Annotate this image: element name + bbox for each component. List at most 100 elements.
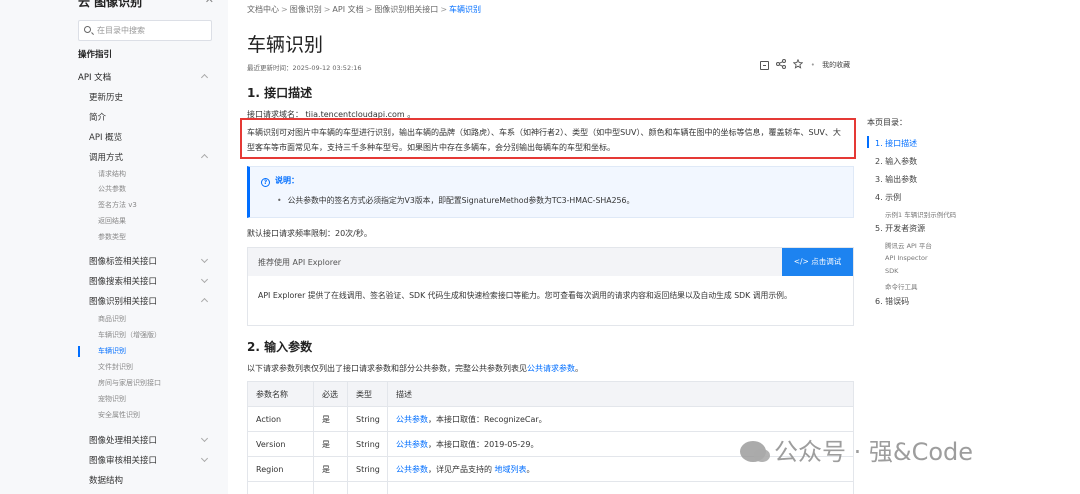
table-row xyxy=(247,481,854,494)
breadcrumb-item[interactable]: 图像识别相关接口 xyxy=(374,5,438,14)
toc-item-description[interactable]: 1. 接口描述 xyxy=(875,138,917,149)
sidebar-item-overview[interactable]: API 概览 xyxy=(89,131,122,143)
param-desc xyxy=(387,481,854,494)
sidebar-item-call-method[interactable]: 调用方式 xyxy=(89,151,123,163)
param-desc-text: ，本接口取值：RecognizeCar。 xyxy=(428,414,547,424)
param-name: Region xyxy=(247,456,314,482)
sidebar-item-intro[interactable]: 简介 xyxy=(89,111,106,123)
param-desc: 公共参数，本接口取值：RecognizeCar。 xyxy=(387,406,854,432)
toc-item-example1[interactable]: 示例1 车辆识别示例代码 xyxy=(885,209,956,219)
breadcrumb-item[interactable]: 文档中心 xyxy=(247,5,279,14)
breadcrumb: 文档中心 > 图像识别 > API 文档 > 图像识别相关接口 > 车辆识别 xyxy=(247,4,481,15)
param-desc-text: ，本接口取值：2019-05-29。 xyxy=(428,439,539,449)
sidebar-item-car[interactable]: 车辆识别 xyxy=(98,346,126,356)
param-name: Action xyxy=(247,406,314,432)
toc-item-output[interactable]: 3. 输出参数 xyxy=(875,174,917,185)
sidebar-item-param-types[interactable]: 参数类型 xyxy=(98,232,126,242)
page-toolbar: • 我的收藏 xyxy=(760,58,855,71)
search-icon xyxy=(84,26,91,33)
toc-item-api-inspector[interactable]: API Inspector xyxy=(885,254,928,262)
debug-button-label: 点击调试 xyxy=(811,257,842,266)
sidebar-item-api-docs[interactable]: API 文档 xyxy=(78,71,111,83)
sidebar-item-file[interactable]: 文件封识别 xyxy=(98,362,133,372)
sidebar-item-tag-apis[interactable]: 图像标签相关接口 xyxy=(89,255,157,267)
note-body: 公共参数中的签名方式必须指定为V3版本，即配置SignatureMethod参数… xyxy=(277,195,635,206)
sidebar-item-recognition-apis[interactable]: 图像识别相关接口 xyxy=(89,295,157,307)
sidebar-item-signature-v3[interactable]: 签名方法 v3 xyxy=(98,200,137,210)
column-header: 描述 xyxy=(387,381,854,407)
watermark-text: 公众号 · 强&Code xyxy=(774,438,974,466)
toc-title: 本页目录： xyxy=(867,118,907,127)
chevron-down-icon[interactable] xyxy=(200,275,209,284)
sidebar-item-search-apis[interactable]: 图像搜索相关接口 xyxy=(89,275,157,287)
sidebar-item-product[interactable]: 商品识别 xyxy=(98,314,126,324)
sidebar-item-car-pro[interactable]: 车辆识别（增强版） xyxy=(98,330,161,340)
api-explorer-body: API Explorer 提供了在线调用、签名验证、SDK 代码生成和快速检索接… xyxy=(258,291,792,300)
common-params-link[interactable]: 公共请求参数 xyxy=(527,364,575,373)
param-desc-text: ，详见产品支持的 xyxy=(428,464,495,474)
column-header: 类型 xyxy=(347,381,388,407)
close-icon[interactable]: ✕ xyxy=(205,0,214,6)
favorite-link[interactable]: 我的收藏 xyxy=(822,60,850,70)
column-header: 参数名称 xyxy=(247,381,314,407)
toc-item-sdk[interactable]: SDK xyxy=(885,267,898,275)
debug-button[interactable]: </> 点击调试 xyxy=(782,248,853,276)
param-type: String xyxy=(347,431,388,457)
sidebar-title: 云 图像识别 xyxy=(78,0,143,9)
table-row: Action 是 String 公共参数，本接口取值：RecognizeCar。 xyxy=(247,406,854,432)
sidebar-item-room[interactable]: 房间与家居识别接口 xyxy=(98,378,161,388)
share-icon[interactable] xyxy=(776,59,787,71)
sidebar-item-safety[interactable]: 安全属性识别 xyxy=(98,410,140,420)
param-link[interactable]: 公共参数 xyxy=(396,440,428,449)
toc-item-api-platform[interactable]: 腾讯云 API 平台 xyxy=(885,240,932,250)
page-title: 车辆识别 xyxy=(247,34,324,56)
note-title-text: 说明： xyxy=(275,176,299,185)
sidebar-item-history[interactable]: 更新历史 xyxy=(89,91,123,103)
param-name: Version xyxy=(247,431,314,457)
chevron-down-icon[interactable] xyxy=(200,255,209,264)
input-intro-text: 以下请求参数列表仅列出了接口请求参数和部分公共参数，完整公共参数列表见 xyxy=(247,364,527,373)
info-icon: ? xyxy=(261,178,270,187)
param-type: String xyxy=(347,456,388,482)
toc-item-dev-resources[interactable]: 5. 开发者资源 xyxy=(875,223,925,234)
sidebar-item-request-structure[interactable]: 请求结构 xyxy=(98,169,126,179)
param-link[interactable]: 公共参数 xyxy=(396,465,428,474)
breadcrumb-separator: > xyxy=(281,5,288,14)
breadcrumb-item[interactable]: 图像识别 xyxy=(290,5,322,14)
search-input[interactable]: 在目录中搜索 xyxy=(78,20,212,41)
watermark: 公众号 · 强&Code xyxy=(740,432,973,467)
note-title: ? 说明： xyxy=(261,175,299,187)
active-indicator xyxy=(78,346,80,357)
star-icon[interactable] xyxy=(793,58,804,71)
param-type: String xyxy=(347,406,388,432)
toc-item-error-codes[interactable]: 6. 错误码 xyxy=(875,296,909,307)
wechat-icon xyxy=(740,441,770,462)
toc-item-cli[interactable]: 命令行工具 xyxy=(885,281,918,291)
input-intro-end: 。 xyxy=(575,364,583,373)
param-link[interactable]: 公共参数 xyxy=(396,415,428,424)
rate-limit: 默认接口请求频率限制：20次/秒。 xyxy=(247,229,372,238)
column-header: 必选 xyxy=(313,381,348,407)
sidebar-item-pet[interactable]: 宠物识别 xyxy=(98,394,126,404)
toc-item-input[interactable]: 2. 输入参数 xyxy=(875,156,917,167)
param-required xyxy=(313,481,348,494)
sidebar-item-data-structures[interactable]: 数据结构 xyxy=(89,474,123,486)
breadcrumb-item[interactable]: API 文档 xyxy=(332,5,363,14)
toc-active-indicator xyxy=(867,136,869,148)
chevron-down-icon[interactable] xyxy=(200,454,209,463)
chevron-up-icon[interactable] xyxy=(200,153,209,162)
chevron-down-icon[interactable] xyxy=(200,434,209,443)
region-list-link[interactable]: 地域列表 xyxy=(495,465,527,474)
chevron-up-icon[interactable] xyxy=(200,73,209,82)
sidebar-item-common-params[interactable]: 公共参数 xyxy=(98,184,126,194)
search-placeholder: 在目录中搜索 xyxy=(97,26,145,35)
section-heading-input: 2. 输入参数 xyxy=(247,340,313,354)
sidebar-item-audit-apis[interactable]: 图像审核相关接口 xyxy=(89,454,157,466)
sidebar-item-processing-apis[interactable]: 图像处理相关接口 xyxy=(89,434,157,446)
api-explorer-title: 推荐使用 API Explorer xyxy=(258,258,342,267)
toc-item-examples[interactable]: 4. 示例 xyxy=(875,192,901,203)
feedback-icon[interactable] xyxy=(760,60,769,70)
sidebar-item-return-result[interactable]: 返回结果 xyxy=(98,216,126,226)
chevron-up-icon[interactable] xyxy=(200,297,209,306)
sidebar-item-guide[interactable]: 操作指引 xyxy=(78,48,112,60)
